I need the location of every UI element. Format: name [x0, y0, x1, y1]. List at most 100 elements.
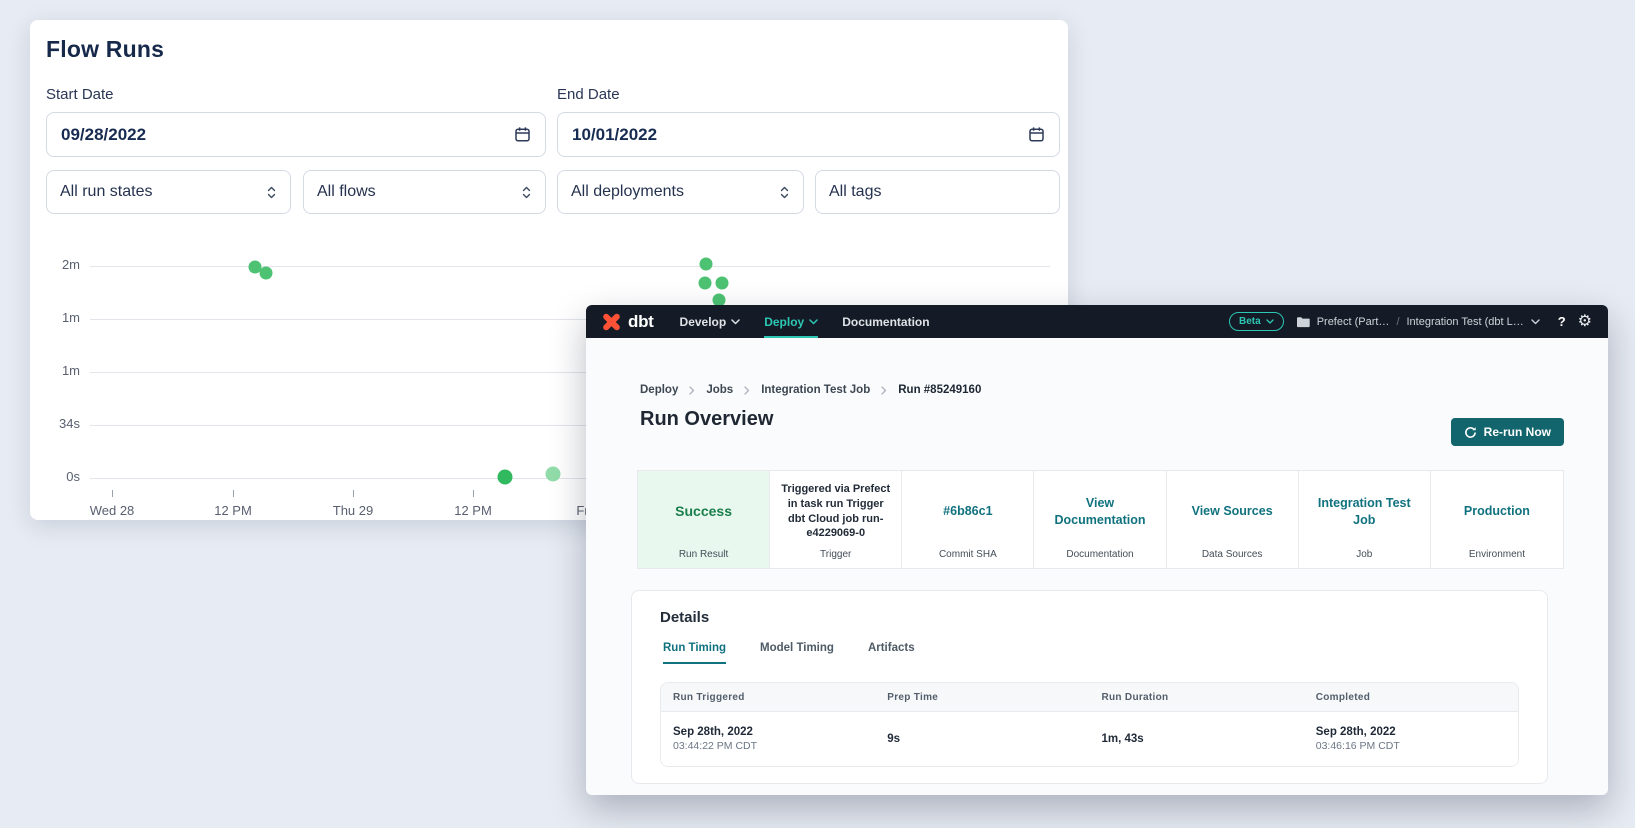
- commit-sha-caption: Commit SHA: [902, 549, 1033, 560]
- path-separator: /: [1396, 316, 1399, 328]
- dbt-logo[interactable]: dbt: [602, 312, 654, 332]
- calendar-icon[interactable]: [1028, 126, 1045, 143]
- cell-run-triggered: Sep 28th, 2022 03:44:22 PM CDT: [661, 712, 875, 766]
- breadcrumb-deploy[interactable]: Deploy: [640, 384, 678, 396]
- tags-select[interactable]: All tags: [815, 170, 1060, 214]
- chevron-down-icon: [809, 319, 818, 325]
- documentation-caption: Documentation: [1034, 549, 1165, 560]
- flow-run-point[interactable]: [716, 277, 729, 290]
- dbt-logo-text: dbt: [628, 312, 654, 332]
- cell-prep-time: 9s: [875, 712, 1089, 766]
- select-chevrons-icon: [779, 185, 790, 200]
- breadcrumb-jobs[interactable]: Jobs: [706, 384, 733, 396]
- deployments-select[interactable]: All deployments: [557, 170, 804, 214]
- flows-select-value: All flows: [317, 183, 376, 201]
- view-sources-link[interactable]: View Sources: [1192, 503, 1273, 520]
- tab-run-timing[interactable]: Run Timing: [663, 642, 726, 664]
- end-date-input[interactable]: [557, 112, 1060, 157]
- details-tabs: Run Timing Model Timing Artifacts: [660, 642, 1519, 664]
- table-row: Sep 28th, 2022 03:44:22 PM CDT 9s 1m, 43…: [661, 712, 1518, 766]
- y-tick-label: 34s: [30, 416, 80, 431]
- environment-link[interactable]: Production: [1464, 503, 1530, 520]
- flow-run-point[interactable]: [498, 470, 513, 485]
- y-tick-label: 2m: [30, 257, 80, 272]
- chevron-down-icon: [1531, 319, 1540, 325]
- x-tick-label: Wed 28: [90, 503, 135, 518]
- commit-sha-card: #6b86c1 Commit SHA: [902, 471, 1034, 568]
- account-name[interactable]: Prefect (Part…: [1317, 316, 1390, 328]
- flow-run-point[interactable]: [546, 467, 561, 482]
- run-overview-title: Run Overview: [640, 408, 773, 431]
- x-tick-label: Thu 29: [333, 503, 373, 518]
- y-tick-label: 1m: [30, 363, 80, 378]
- flow-run-point[interactable]: [700, 258, 713, 271]
- run-states-select[interactable]: All run states: [46, 170, 291, 214]
- completed-date: Sep 28th, 2022: [1316, 726, 1506, 738]
- rerun-now-label: Re-run Now: [1484, 425, 1551, 439]
- flows-select[interactable]: All flows: [303, 170, 546, 214]
- tab-model-timing[interactable]: Model Timing: [760, 642, 834, 664]
- run-triggered-time: 03:44:22 PM CDT: [673, 740, 863, 752]
- run-result-card: Success Run Result: [638, 471, 770, 568]
- column-header-prep-time: Prep Time: [875, 692, 1089, 703]
- run-result-caption: Run Result: [638, 549, 769, 560]
- trigger-caption: Trigger: [770, 549, 901, 560]
- environment-card: Production Environment: [1431, 471, 1563, 568]
- details-panel: Details Run Timing Model Timing Artifact…: [631, 590, 1548, 784]
- run-timing-table: Run Triggered Prep Time Run Duration Com…: [660, 682, 1519, 767]
- deployments-select-value: All deployments: [571, 183, 684, 201]
- gridline: [90, 266, 1050, 267]
- job-link[interactable]: Integration Test Job: [1309, 495, 1420, 529]
- job-caption: Job: [1299, 549, 1430, 560]
- x-tick: [473, 490, 474, 497]
- beta-badge[interactable]: Beta: [1229, 312, 1284, 331]
- header-right-controls: Beta Prefect (Part… / Integration Test (…: [1229, 312, 1592, 331]
- start-date-value[interactable]: [61, 125, 514, 145]
- tags-select-value: All tags: [829, 183, 881, 201]
- dbt-top-nav: Develop Deploy Documentation: [680, 305, 930, 338]
- breadcrumb-integration-test-job[interactable]: Integration Test Job: [761, 384, 870, 396]
- prep-time-value: 9s: [887, 733, 1077, 745]
- breadcrumb-run-number: Run #85249160: [898, 384, 981, 396]
- end-date-value[interactable]: [572, 125, 1028, 145]
- breadcrumb-separator-icon: [744, 386, 750, 395]
- view-documentation-link[interactable]: View Documentation: [1044, 495, 1155, 529]
- breadcrumb-separator-icon: [689, 386, 695, 395]
- commit-sha-link[interactable]: #6b86c1: [943, 503, 992, 520]
- breadcrumb-separator-icon: [881, 386, 887, 395]
- rerun-now-button[interactable]: Re-run Now: [1451, 418, 1564, 446]
- nav-deploy-label: Deploy: [764, 315, 804, 329]
- x-tick-label: 12 PM: [454, 503, 492, 518]
- run-summary-cards: Success Run Result Triggered via Prefect…: [637, 470, 1564, 569]
- tab-artifacts[interactable]: Artifacts: [868, 642, 915, 664]
- run-states-select-value: All run states: [60, 183, 152, 201]
- project-breadcrumb[interactable]: Prefect (Part… / Integration Test (dbt L…: [1296, 316, 1540, 328]
- x-tick: [353, 490, 354, 497]
- start-date-input[interactable]: [46, 112, 546, 157]
- trigger-value: Triggered via Prefect in task run Trigge…: [780, 482, 891, 541]
- refresh-icon: [1464, 426, 1477, 439]
- data-sources-card: View Sources Data Sources: [1167, 471, 1299, 568]
- dbt-logo-icon: [602, 312, 621, 331]
- chevron-down-icon: [1266, 319, 1274, 324]
- select-chevrons-icon: [521, 185, 532, 200]
- project-name[interactable]: Integration Test (dbt L…: [1407, 316, 1524, 328]
- calendar-icon[interactable]: [514, 126, 531, 143]
- breadcrumb: Deploy Jobs Integration Test Job Run #85…: [640, 384, 981, 396]
- column-header-completed: Completed: [1304, 692, 1518, 703]
- x-tick: [233, 490, 234, 497]
- desktop: { "colors": { "page_bg": "#e7ebf3", "pre…: [0, 0, 1635, 828]
- trigger-card: Triggered via Prefect in task run Trigge…: [770, 471, 902, 568]
- help-icon[interactable]: ?: [1558, 314, 1566, 329]
- nav-documentation[interactable]: Documentation: [842, 305, 929, 338]
- flow-run-point[interactable]: [260, 267, 273, 280]
- nav-deploy[interactable]: Deploy: [764, 305, 818, 338]
- cell-run-duration: 1m, 43s: [1090, 712, 1304, 766]
- y-tick-label: 1m: [30, 310, 80, 325]
- nav-develop[interactable]: Develop: [680, 305, 741, 338]
- end-date-label: End Date: [557, 86, 620, 103]
- documentation-card: View Documentation Documentation: [1034, 471, 1166, 568]
- flow-run-point[interactable]: [699, 277, 712, 290]
- environment-caption: Environment: [1431, 549, 1563, 560]
- settings-gear-icon[interactable]: ⚙: [1578, 314, 1592, 330]
